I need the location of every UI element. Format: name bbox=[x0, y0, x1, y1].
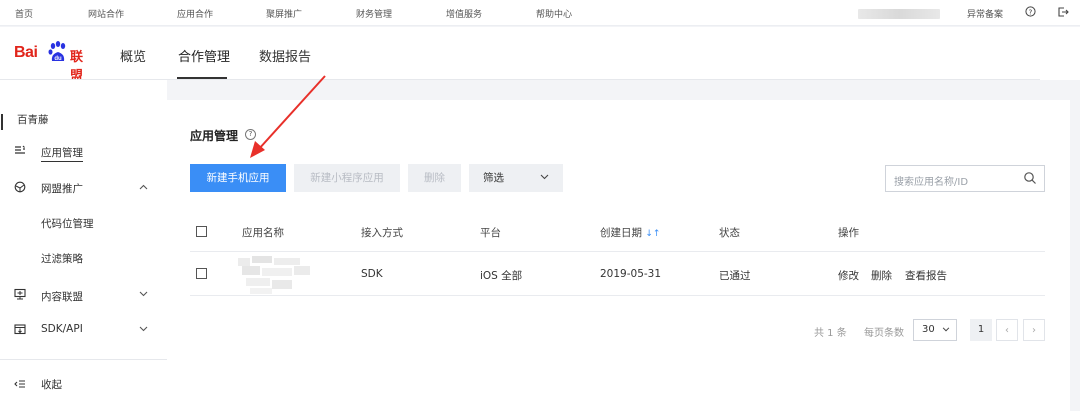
column-header-platform: 平台 bbox=[480, 227, 501, 239]
app-name-blurred[interactable] bbox=[238, 256, 310, 294]
row-status: 已通过 bbox=[719, 270, 751, 282]
svg-text:du: du bbox=[54, 56, 62, 62]
top-nav-value-added[interactable]: 增值服务 bbox=[446, 7, 482, 20]
top-nav-bar: 首页 网站合作 应用合作 聚屏推广 财务管理 增值服务 帮助中心 异常备案 ? bbox=[0, 0, 1080, 26]
sidebar-account-indicator bbox=[1, 114, 3, 130]
column-header-status: 状态 bbox=[719, 227, 740, 239]
table-row-divider bbox=[190, 295, 1045, 296]
created-date-label: 创建日期 bbox=[600, 227, 642, 239]
search-placeholder: 搜索应用名称/ID bbox=[894, 177, 969, 188]
chevron-up-icon[interactable] bbox=[138, 183, 148, 193]
chevron-down-icon[interactable] bbox=[138, 325, 148, 335]
logo-text: Bai bbox=[14, 44, 38, 61]
row-delete-link[interactable]: 删除 bbox=[871, 268, 892, 283]
chevron-left-icon[interactable]: ‹ bbox=[996, 319, 1018, 341]
help-circle-icon[interactable]: ? bbox=[245, 129, 256, 140]
row-platform: iOS 全部 bbox=[480, 270, 523, 282]
pagination-per-page-label: 每页条数 bbox=[864, 328, 904, 339]
per-page-select[interactable]: 30 bbox=[913, 319, 957, 341]
list-icon bbox=[14, 144, 26, 156]
logout-icon[interactable] bbox=[1056, 6, 1069, 19]
tab-overview[interactable]: 概览 bbox=[120, 46, 146, 65]
sidebar-collapse-label[interactable]: 收起 bbox=[41, 377, 62, 392]
column-header-app-name: 应用名称 bbox=[242, 227, 284, 239]
collapse-icon[interactable] bbox=[14, 378, 26, 390]
sidebar-account-name[interactable]: 百青藤 bbox=[17, 112, 49, 127]
top-nav-screen-promo[interactable]: 聚屏推广 bbox=[266, 7, 302, 20]
row-checkbox[interactable] bbox=[196, 268, 207, 279]
main-header: Bai du 联盟 概览 合作管理 数据报告 bbox=[0, 27, 1080, 84]
box-icon bbox=[14, 323, 26, 335]
top-nav-website-coop[interactable]: 网站合作 bbox=[88, 7, 124, 20]
row-edit-link[interactable]: 修改 bbox=[838, 268, 859, 283]
new-mobile-app-button[interactable]: 新建手机应用 bbox=[190, 164, 286, 192]
top-nav-abnormal-filing[interactable]: 异常备案 bbox=[967, 7, 1003, 20]
pagination-page-1[interactable]: 1 bbox=[970, 319, 992, 341]
baidu-paw-icon: du bbox=[48, 41, 66, 62]
top-nav-help-center[interactable]: 帮助中心 bbox=[536, 7, 572, 20]
top-nav-finance[interactable]: 财务管理 bbox=[356, 7, 392, 20]
tab-data-report[interactable]: 数据报告 bbox=[259, 46, 311, 65]
delete-button[interactable]: 删除 bbox=[408, 164, 461, 192]
select-all-checkbox[interactable] bbox=[196, 226, 207, 237]
top-nav-home[interactable]: 首页 bbox=[15, 7, 33, 20]
column-header-operations: 操作 bbox=[838, 227, 859, 239]
chevron-down-icon[interactable] bbox=[138, 290, 148, 300]
page-title: 应用管理 bbox=[190, 129, 239, 143]
pagination-total: 共 1 条 bbox=[814, 328, 847, 339]
sidebar bbox=[0, 80, 167, 411]
globe-icon bbox=[14, 181, 26, 193]
top-nav-app-coop[interactable]: 应用合作 bbox=[177, 7, 213, 20]
per-page-value: 30 bbox=[922, 324, 935, 335]
monitor-icon bbox=[14, 288, 26, 300]
app-search-input[interactable]: 搜索应用名称/ID bbox=[885, 165, 1045, 192]
sort-icon[interactable]: ↓↑ bbox=[645, 229, 660, 239]
user-account-blurred[interactable] bbox=[858, 9, 940, 19]
row-access-method: SDK bbox=[361, 268, 383, 280]
column-header-created-date[interactable]: 创建日期 ↓↑ bbox=[600, 225, 660, 240]
sidebar-item-content-union[interactable]: 内容联盟 bbox=[41, 289, 83, 304]
table-header-divider bbox=[190, 251, 1045, 252]
svg-text:?: ? bbox=[1029, 7, 1033, 16]
help-icon[interactable]: ? bbox=[1024, 6, 1037, 19]
sidebar-item-app-management[interactable]: 应用管理 bbox=[41, 145, 83, 162]
filter-label: 筛选 bbox=[483, 172, 504, 184]
sidebar-item-network-promo[interactable]: 网盟推广 bbox=[41, 181, 83, 196]
new-mini-program-button[interactable]: 新建小程序应用 bbox=[294, 164, 400, 192]
column-header-access-method: 接入方式 bbox=[361, 227, 403, 239]
chevron-down-icon bbox=[942, 320, 950, 340]
row-created-date: 2019-05-31 bbox=[600, 268, 662, 280]
filter-dropdown[interactable]: 筛选 bbox=[469, 164, 563, 192]
row-view-report-link[interactable]: 查看报告 bbox=[905, 268, 947, 283]
chevron-right-icon[interactable]: › bbox=[1023, 319, 1045, 341]
sidebar-divider bbox=[0, 359, 167, 360]
tab-cooperation-management[interactable]: 合作管理 bbox=[178, 46, 230, 65]
search-icon[interactable] bbox=[1023, 171, 1037, 185]
sidebar-item-filter-strategy[interactable]: 过滤策略 bbox=[41, 251, 83, 266]
sidebar-item-code-slot-management[interactable]: 代码位管理 bbox=[41, 216, 94, 231]
chevron-down-icon bbox=[540, 164, 549, 192]
sidebar-item-sdk-api[interactable]: SDK/API bbox=[41, 323, 83, 335]
